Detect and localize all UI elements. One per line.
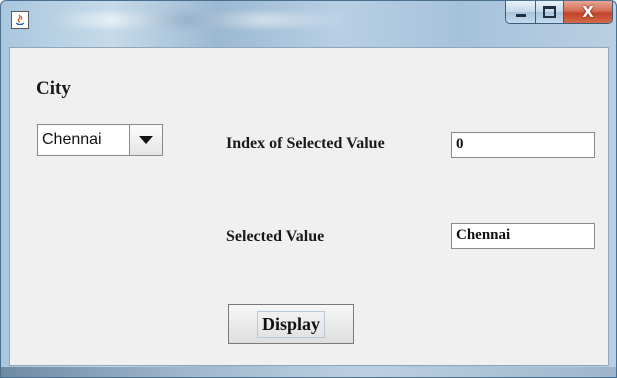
application-window: X City Chennai Index of Selected Value 0…: [0, 0, 617, 378]
display-button[interactable]: Display: [228, 304, 354, 344]
title-bar[interactable]: X: [1, 1, 616, 45]
window-bottom-border: [1, 367, 616, 377]
city-combobox-value[interactable]: Chennai: [38, 125, 129, 155]
close-icon: X: [582, 2, 594, 21]
display-button-label: Display: [256, 310, 326, 338]
minimize-icon: [515, 13, 526, 17]
city-combobox-dropdown-button[interactable]: [129, 125, 162, 155]
index-of-selected-value-field[interactable]: 0: [451, 132, 595, 158]
maximize-icon: [543, 6, 556, 18]
minimize-button[interactable]: [506, 1, 536, 23]
caption-buttons: X: [505, 1, 613, 24]
chevron-down-icon: [139, 136, 153, 144]
selected-value-field[interactable]: Chennai: [451, 223, 595, 249]
selected-value-label: Selected Value: [226, 228, 325, 245]
index-of-selected-value-label: Index of Selected Value: [226, 135, 385, 152]
java-cup-icon[interactable]: [11, 11, 29, 29]
content-panel: City Chennai Index of Selected Value 0 S…: [9, 47, 609, 366]
close-button[interactable]: X: [564, 1, 612, 23]
window-title: [51, 13, 351, 27]
city-label: City: [36, 78, 71, 99]
city-combobox[interactable]: Chennai: [37, 124, 163, 156]
maximize-button[interactable]: [536, 1, 564, 23]
